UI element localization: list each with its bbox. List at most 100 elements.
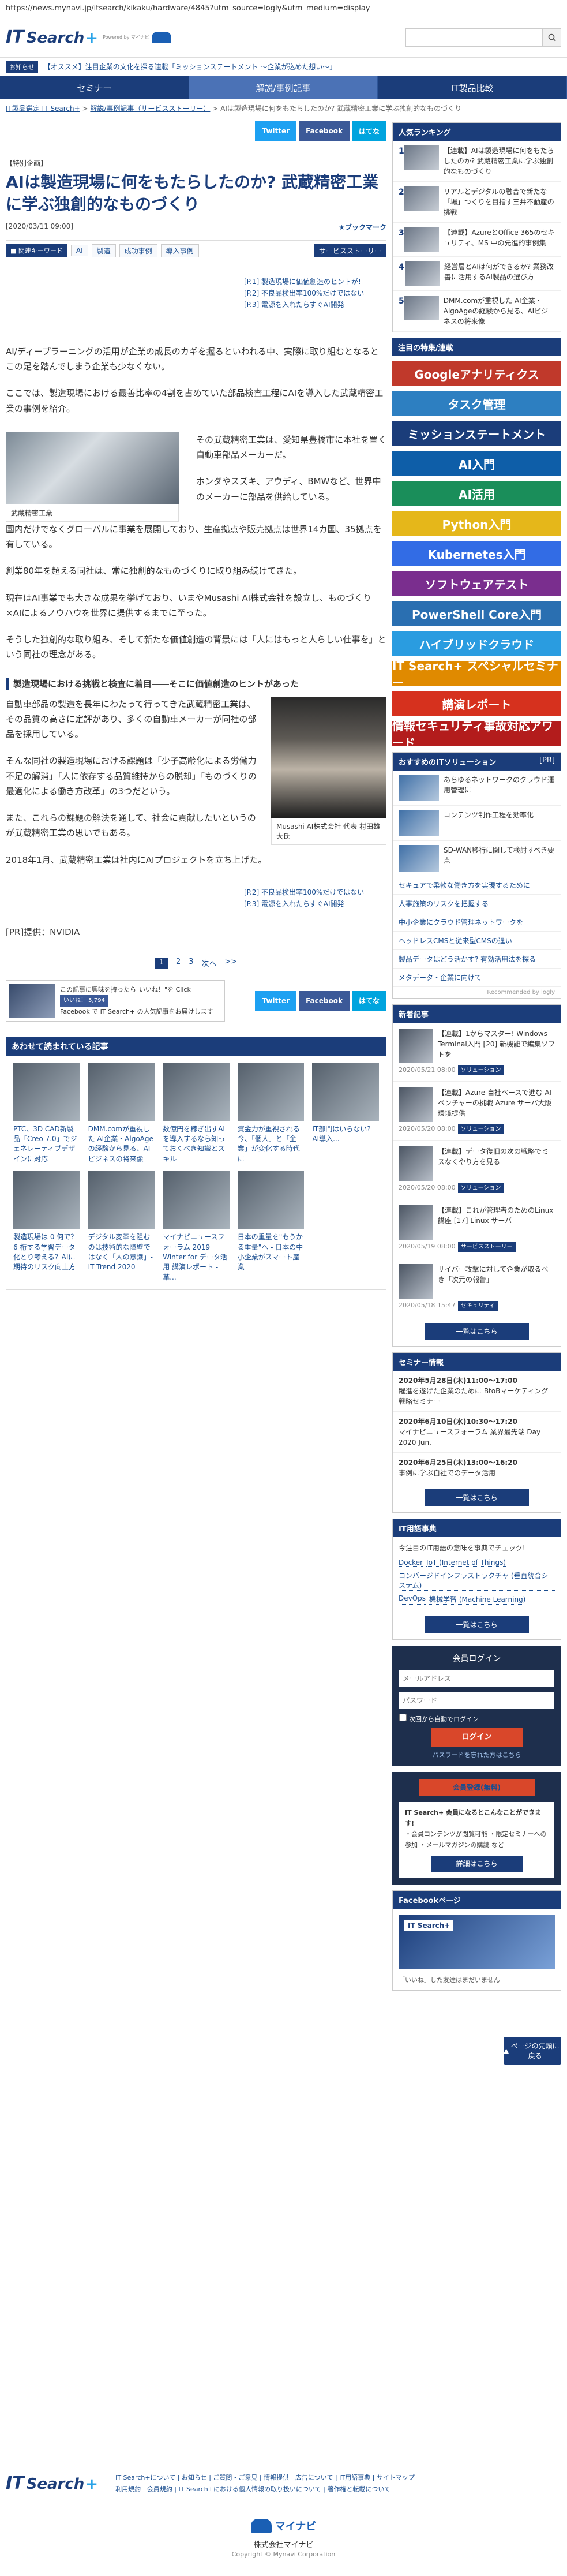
ranking-item[interactable]: 4 経営層とAIは何ができるか? 業務改善に活用するAI製品の選び方 (393, 257, 561, 291)
feature-banner[interactable]: Python入門 (392, 511, 561, 536)
toc-item[interactable]: [P.2] 不良品検出率100%だけではない (244, 287, 380, 299)
toc-item[interactable]: [P.3] 電源を入れたらすぐAI開発 (244, 299, 380, 311)
ranking-item[interactable]: 5 DMM.comが重視した AI企業・AlgoAgeの経験から見る、AIビジネス… (393, 291, 561, 332)
feature-banner[interactable]: ミッションステートメント (392, 421, 561, 446)
page-3[interactable]: 3 (189, 958, 193, 969)
url-bar[interactable]: https://news.mynavi.jp/itsearch/kikaku/h… (0, 0, 567, 17)
feature-banner[interactable]: ソフトウェアテスト (392, 571, 561, 596)
rec-card[interactable]: 数億円を稼ぎ出すAIを導入するなら知っておくべき知識とスキル (163, 1063, 230, 1165)
tag-case[interactable]: 導入事例 (160, 244, 199, 257)
breadcrumb-category[interactable]: 解説/事例記事（サービスストーリー） (90, 104, 210, 113)
seminar-item[interactable]: 2020年6月25日(木)13:00～16:20 事例に学ぶ自社でのデータ活用 (393, 1453, 561, 1483)
news-item[interactable]: 【連載】1からマスター! Windows Terminal入門 [20] 新機能… (393, 1023, 561, 1082)
hatena-share-button[interactable]: はてな (351, 121, 386, 141)
nav-compare[interactable]: IT製品比較 (378, 76, 567, 99)
feature-banner[interactable]: 講演レポート (392, 691, 561, 716)
solution-link[interactable]: セキュアで柔軟な働き方を実現するために (393, 876, 561, 895)
page-next[interactable]: 次へ (202, 958, 217, 969)
solution-item[interactable]: あらゆるネットワークのクラウド運用管理に (393, 771, 561, 806)
rec-card[interactable]: デジタル変革を阻むのは技術的な障壁ではなく「人の意識」- IT Trend 20… (88, 1171, 155, 1283)
feature-banner[interactable]: AI活用 (392, 481, 561, 506)
tag-manufacturing[interactable]: 製造 (91, 244, 116, 257)
feature-banner[interactable]: タスク管理 (392, 391, 561, 416)
page-1[interactable]: 1 (155, 957, 168, 969)
news-more-button[interactable]: 一覧はこちら (425, 1323, 529, 1340)
news-item[interactable]: 【連載】データ復旧の次の戦略でミスなくやり方を見る 2020/05/20 08:0… (393, 1141, 561, 1199)
nav-articles[interactable]: 解説/事例記事 (189, 76, 378, 99)
footer-links[interactable]: IT Search+について | お知らせ | ご質問・ご意見 | 情報提供 |… (115, 2472, 415, 2484)
search-button[interactable] (542, 28, 561, 46)
seminar-item[interactable]: 2020年6月10日(水)10:30～17:20 マイナビニュースフォーラム 業界… (393, 1412, 561, 1453)
seminar-more-button[interactable]: 一覧はこちら (425, 1489, 529, 1506)
feature-banner[interactable]: Kubernetes入門 (392, 541, 561, 566)
dictionary-term[interactable]: DevOps (399, 1594, 426, 1605)
rec-card[interactable]: 資金力が重視される今、「個人」と「企業」が変化する時代に (237, 1063, 305, 1165)
dictionary-term[interactable]: 機械学習 (Machine Learning) (429, 1594, 526, 1605)
rec-card[interactable]: DMM.comが重視した AI企業・AlgoAgeの経験から見る、AIビジネスの… (88, 1063, 155, 1165)
breadcrumb-home[interactable]: IT製品選定 IT Search+ (6, 104, 80, 113)
news-item[interactable]: サイバー攻撃に対して企業が取るべき「次元の報告」 2020/05/18 15:47… (393, 1258, 561, 1317)
rec-card[interactable]: PTC、3D CAD新製品「Creo 7.0」でジェネレーティブデザインに対応 (13, 1063, 80, 1165)
forgot-password-link[interactable]: パスワードを忘れた方はこちら (399, 1750, 554, 1759)
mynavi-logo[interactable]: マイナビ (250, 2518, 316, 2533)
twitter-share-button[interactable]: Twitter (255, 121, 297, 141)
feature-banner[interactable]: PowerShell Core入門 (392, 601, 561, 626)
footer-links-2[interactable]: 利用規約 | 会員規約 | IT Search+における個人情報の取り扱いについ… (115, 2484, 415, 2495)
login-button[interactable]: ログイン (430, 1728, 523, 1747)
dictionary-term[interactable]: コンバージドインフラストラクチャ (垂直統合システム) (399, 1571, 555, 1591)
keyword-label: ■ 関連キーワード (6, 244, 67, 257)
solution-link[interactable]: メタデータ・企業に向けて (393, 969, 561, 987)
rec-card[interactable]: マイナビニュースフォーラム 2019 Winter for データ活用 講演レポ… (163, 1171, 230, 1283)
toc-item[interactable]: [P.2] 不良品検出率100%だけではない (244, 887, 380, 898)
register-button[interactable]: 会員登録(無料) (419, 1779, 535, 1796)
nav-seminar[interactable]: セミナー (0, 76, 189, 99)
feature-banner[interactable]: ハイブリッドクラウド (392, 631, 561, 656)
solution-link[interactable]: 人事施策のリスクを把握する (393, 895, 561, 913)
rec-card[interactable]: IT部門はいらない? AI導入... (312, 1063, 379, 1165)
rec-card[interactable]: 日本の重量を"もうかる重量"へ - 日本の中小企業がスマート産業 (237, 1171, 305, 1283)
dictionary-more-button[interactable]: 一覧はこちら (425, 1616, 529, 1633)
search-input[interactable] (406, 28, 542, 46)
ranking-item[interactable]: 3 【連載】AzureとOffice 365のセキュリティ、MS 中の先進的事例集 (393, 223, 561, 257)
facebook-like-button[interactable]: いいね！ 5,794 (60, 994, 108, 1007)
toc-item[interactable]: [P.1] 製造現場に価値創造のヒントが! (244, 276, 380, 287)
feature-banner[interactable]: IT Search+ スペシャルセミナー (392, 659, 561, 690)
footer-logo[interactable]: IT Search + (6, 2473, 98, 2493)
notice-link[interactable]: 【オススメ】注目企業の文化を探る連載「ミッションステートメント ～企業が込めた想… (44, 62, 337, 72)
password-field[interactable] (399, 1692, 554, 1709)
email-field[interactable] (399, 1670, 554, 1687)
hatena-share-button[interactable]: はてな (351, 990, 386, 1011)
solution-link[interactable]: 中小企業にクラウド管理ネットワークを (393, 913, 561, 932)
feature-banner[interactable]: 情報セキュリティ事故対応アワード (392, 719, 561, 750)
site-logo[interactable]: IT Search + (6, 27, 98, 47)
tag-service-story[interactable]: サービスストーリー (313, 244, 386, 257)
toc-item[interactable]: [P.3] 電源を入れたらすぐAI開発 (244, 898, 380, 910)
solution-item[interactable]: コンテンツ制作工程を効率化 (393, 806, 561, 841)
ranking-item[interactable]: 1 【連載】AIは製造現場に何をもたらしたのか? 武蔵精密工業に学ぶ独創的なものづ… (393, 141, 561, 182)
solution-item[interactable]: SD-WAN移行に関して検討すべき要点 (393, 841, 561, 876)
dictionary-term[interactable]: IoT (Internet of Things) (426, 1558, 506, 1567)
twitter-share-button[interactable]: Twitter (255, 990, 297, 1011)
rec-card[interactable]: 製造現場は 0 何で？ 6 桁する学習データ化とり考える？AIに期待のリスク向上… (13, 1171, 80, 1283)
seminar-item[interactable]: 2020年5月28日(木)11:00～17:00 躍進を遂げた企業のために Bto… (393, 1371, 561, 1412)
site-footer: IT Search + IT Search+について | お知らせ | ご質問・… (0, 2465, 567, 2565)
news-item[interactable]: 【連載】Azure 自社ペースで進む AIベンチャーの挑戦 Azure サーバ大… (393, 1082, 561, 1141)
feature-banner[interactable]: Googleアナリティクス (392, 361, 561, 386)
member-more-button[interactable]: 詳細はこちら (430, 1855, 523, 1872)
news-item[interactable]: 【連載】これが管理者のためのLinux講座 [17] Linux サーバ 2020… (393, 1199, 561, 1258)
solution-link[interactable]: 製品データはどう活かす? 有効活用法を探る (393, 950, 561, 969)
page-last[interactable]: >> (225, 958, 238, 969)
tag-success[interactable]: 成功事例 (119, 244, 157, 257)
page-2[interactable]: 2 (176, 958, 181, 969)
facebook-share-button[interactable]: Facebook (299, 121, 350, 141)
bookmark-button[interactable]: ★ブックマーク (339, 222, 386, 232)
tag-ai[interactable]: AI (70, 245, 88, 257)
solution-link[interactable]: ヘッドレスCMSと従来型CMSの違い (393, 932, 561, 950)
facebook-share-button[interactable]: Facebook (299, 990, 350, 1011)
ranking-item[interactable]: 2 リアルとデジタルの融合で新たな「場」つくりを目指す三井不動産の挑戦 (393, 182, 561, 223)
facebook-page-cover[interactable]: IT Search+ (399, 1914, 555, 1969)
remember-checkbox[interactable] (399, 1714, 407, 1721)
back-to-top-button[interactable]: ▲ ページの先頭に戻る (504, 2036, 561, 2065)
feature-banner[interactable]: AI入門 (392, 451, 561, 476)
dictionary-term[interactable]: Docker (399, 1558, 423, 1567)
